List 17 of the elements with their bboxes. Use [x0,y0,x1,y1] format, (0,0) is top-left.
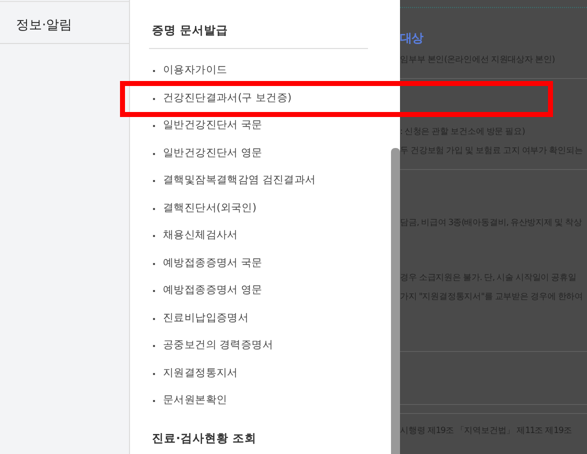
menu-link[interactable]: 지원결정통지서 [163,366,238,380]
menu-link[interactable]: 일반건강진단서 국문 [163,118,262,132]
menu-link[interactable]: 일반건강진단서 영문 [163,146,262,160]
menu-link[interactable]: 이용자가이드 [163,63,228,77]
section-heading: 진료·검사현황 조회 [152,430,258,446]
menu-link[interactable]: 결핵및잠복결핵감염 검진결과서 [163,173,316,187]
sidebar-item[interactable]: 정보·알림 [0,1,129,44]
menu-link[interactable]: 문서원본확인 [163,393,228,407]
page-heading: 대상 [400,30,424,47]
menu-link[interactable]: 예방접종증명서 영문 [163,283,262,297]
menu-link[interactable]: 공중보건의 경력증명서 [163,338,274,352]
section-heading: 증명 문서발급 [152,23,230,39]
menu-link[interactable]: 건강진단결과서(구 보건증) [163,90,292,104]
menu-link[interactable]: 채용신체검사서 [163,228,238,242]
menu-link[interactable]: 진료비납입증명서 [163,310,249,324]
menu-link[interactable]: 예방접종증명서 국문 [163,256,262,270]
menu-link[interactable]: 결핵진단서(외국인) [163,200,256,214]
